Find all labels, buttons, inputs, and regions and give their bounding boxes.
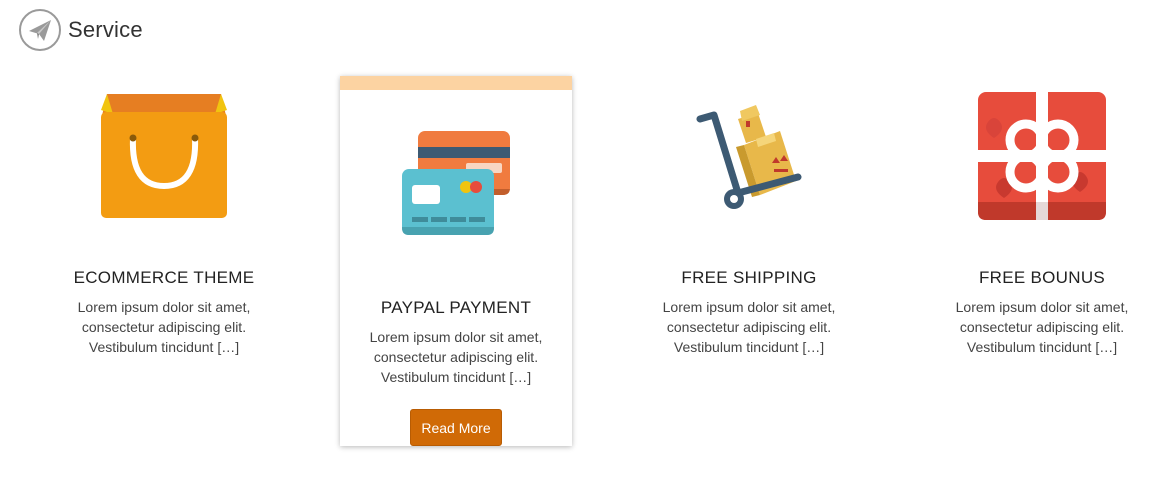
service-title: FREE SHIPPING — [681, 268, 817, 287]
credit-cards-icon — [402, 131, 510, 235]
service-icon-container — [340, 90, 572, 276]
section-header: Service — [18, 8, 143, 52]
service-icon-container — [633, 76, 865, 236]
page-title: Service — [68, 17, 143, 42]
service-icon-container — [48, 76, 280, 236]
service-card-bonus: FREE BOUNUS Lorem ipsum dolor sit amet, … — [926, 76, 1154, 357]
paper-plane-icon — [19, 9, 61, 51]
service-description: Lorem ipsum dolor sit amet, consectetur … — [955, 299, 1129, 355]
service-title: PAYPAL PAYMENT — [380, 298, 532, 317]
service-description: Lorem ipsum dolor sit amet, consectetur … — [77, 299, 251, 355]
service-title: FREE BOUNUS — [978, 268, 1106, 287]
gift-box-icon — [978, 92, 1106, 220]
service-description: Lorem ipsum dolor sit amet, consectetur … — [662, 299, 836, 355]
shopping-bag-icon — [101, 94, 227, 218]
service-description: Lorem ipsum dolor sit amet, consectetur … — [369, 329, 543, 385]
read-more-button[interactable]: Read More — [410, 409, 502, 446]
service-card-shipping: FREE SHIPPING Lorem ipsum dolor sit amet… — [633, 76, 865, 357]
service-title: ECOMMERCE THEME — [73, 268, 255, 287]
service-card-ecommerce: ECOMMERCE THEME Lorem ipsum dolor sit am… — [48, 76, 280, 357]
service-card-paypal: PAYPAL PAYMENT Lorem ipsum dolor sit ame… — [340, 76, 572, 446]
service-icon-container — [926, 76, 1154, 236]
hand-truck-icon — [696, 105, 802, 209]
